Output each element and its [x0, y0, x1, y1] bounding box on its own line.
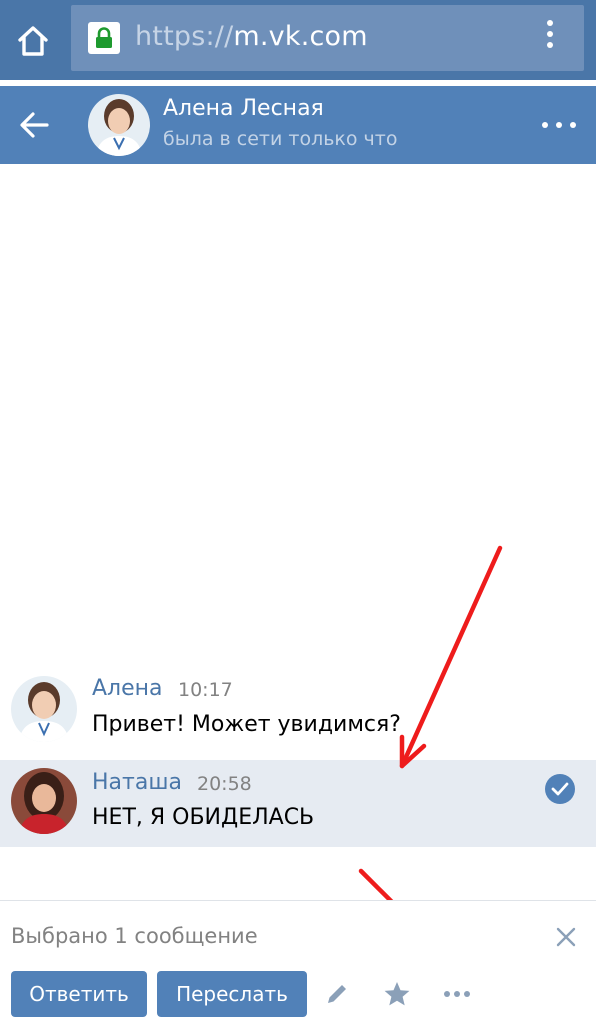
address-bar[interactable]: https://m.vk.com — [71, 5, 584, 71]
avatar[interactable] — [11, 676, 77, 742]
selected-count-label: Выбрано 1 сообщение — [11, 924, 258, 948]
message-time: 20:58 — [197, 773, 252, 795]
message-text: Привет! Может увидимся? — [92, 712, 401, 737]
pencil-icon[interactable] — [320, 977, 354, 1011]
horizontal-dots-icon[interactable] — [542, 120, 576, 130]
url-text: https://m.vk.com — [135, 19, 368, 55]
contact-status: была в сети только что — [163, 128, 398, 150]
star-icon[interactable] — [380, 977, 414, 1011]
lock-icon — [88, 22, 120, 54]
chat-header: Алена Лесная была в сети только что — [0, 86, 596, 164]
message-author[interactable]: Наташа — [92, 770, 182, 796]
contact-avatar[interactable] — [88, 94, 150, 156]
arrow-left-icon[interactable] — [14, 105, 54, 145]
message-row-selected[interactable]: Наташа 20:58 НЕТ, Я ОБИДЕЛАСЬ — [0, 760, 596, 847]
message-author[interactable]: Алена — [92, 676, 163, 702]
browser-toolbar: https://m.vk.com — [0, 0, 596, 80]
message-time: 10:17 — [178, 679, 233, 701]
contact-name[interactable]: Алена Лесная — [163, 96, 324, 122]
forward-button[interactable]: Переслать — [157, 971, 307, 1017]
home-icon[interactable] — [10, 18, 56, 64]
url-scheme: https:// — [135, 21, 234, 52]
close-icon[interactable] — [552, 923, 580, 951]
avatar[interactable] — [11, 768, 77, 834]
message-text: НЕТ, Я ОБИДЕЛАСЬ — [92, 805, 315, 830]
horizontal-dots-icon[interactable] — [440, 977, 474, 1011]
vertical-dots-icon[interactable] — [535, 18, 565, 50]
reply-button[interactable]: Ответить — [11, 971, 147, 1017]
message-row[interactable]: Алена 10:17 Привет! Может увидимся? — [0, 666, 596, 756]
checkmark-icon[interactable] — [545, 774, 575, 804]
selection-action-panel: Выбрано 1 сообщение Ответить Переслать — [0, 900, 596, 1027]
url-host: m.vk.com — [233, 21, 368, 52]
